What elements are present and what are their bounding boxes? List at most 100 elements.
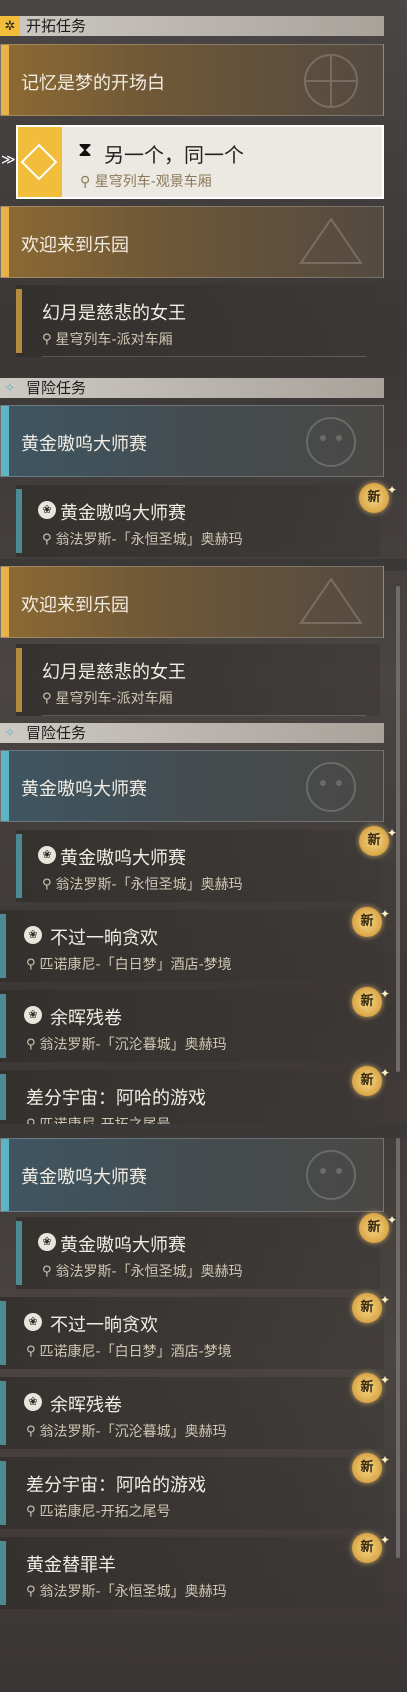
quest-type-icon: ❀ [38,1233,56,1251]
ornament-icon [306,1150,356,1200]
step-location: ⚲ 匹诺康尼-「白日梦」酒店-梦境 [26,1343,232,1361]
pin-icon: ⚲ [26,1503,36,1519]
quest-type-icon: ❀ [24,1393,42,1411]
step-location: ⚲ 翁法罗斯-「永恒圣城」奥赫玛 [42,1263,243,1281]
new-badge-icon: 新 [359,818,397,856]
step-location: ⚲匹诺康尼-开拓之尾号 [26,1503,171,1521]
ornament-icon [299,577,363,624]
quest-type-icon: ❀ [24,1313,42,1331]
quest-step-golden[interactable]: ❀ 黄金嗷呜大师赛 ⚲ 翁法罗斯-「永恒圣城」奥赫玛 [16,485,380,557]
step-title: 黄金替罪羊 [26,1555,116,1576]
pin-icon: ⚲ [42,690,52,706]
new-badge-icon: 新 [352,1285,390,1323]
pin-icon: ⚲ [26,1423,36,1439]
step-title: 幻月是慈悲的女王 [42,662,186,683]
step-title: 黄金嗷呜大师赛 [60,848,186,869]
section-title: 冒险任务 [26,724,87,742]
step-title: 黄金嗷呜大师赛 [60,503,186,524]
scrollbar[interactable] [396,712,400,1072]
quest-card-diff-universe-2[interactable]: 差分宇宙：阿哈的游戏 ⚲ 匹诺康尼-开拓之尾号 [0,1457,384,1529]
quest-type-icon: ❀ [24,926,42,944]
step-location: ⚲ 翁法罗斯-「永恒圣城」奥赫玛 [42,531,243,549]
step-location: ⚲ 翁法罗斯-「沉沦暮城」奥赫玛 [26,1036,227,1054]
step-title: 差分宇宙：阿哈的游戏 [26,1088,206,1109]
pin-icon: ⚲ [80,174,91,190]
quest-card-afterglow-2[interactable]: ❀ 余晖残卷 ⚲ 翁法罗斯-「沉沦暮城」奥赫玛 [0,1377,384,1449]
new-badge-icon: 新 [352,1445,390,1483]
step-title: 黄金嗷呜大师赛 [60,1235,186,1256]
quest-card-golden-3[interactable]: 黄金嗷呜大师赛 [0,1138,384,1212]
quest-card-memory[interactable]: 记忆是梦的开场白 [0,44,384,116]
new-badge-icon: 新 [359,475,397,513]
quest-type-icon: ❀ [38,501,56,519]
section-title: 冒险任务 [26,379,87,397]
step-location: ⚲ 翁法罗斯-「永恒圣城」奥赫玛 [42,876,243,894]
section-header-adventure-2: ✧ 冒险任务 [0,723,384,743]
quest-title: 欢迎来到乐园 [21,235,129,256]
quest-card-welcome-2[interactable]: 欢迎来到乐园 [0,566,384,638]
ornament-icon [306,762,356,812]
pin-icon: ⚲ [42,1263,52,1279]
quest-card-not-greedy[interactable]: ❀ 不过一晌贪欢 ⚲ 匹诺康尼-「白日梦」酒店-梦境 [0,910,384,982]
step-title: 幻月是慈悲的女王 [42,303,186,324]
quest-card-welcome[interactable]: 欢迎来到乐园 [0,206,384,278]
quest-title: 记忆是梦的开场白 [21,73,165,94]
step-location: ⚲ 匹诺康尼-「白日梦」酒店-梦境 [26,956,232,974]
quest-card-selected[interactable]: ⧗ 另一个，同一个 ⚲ 星穹列车-观景车厢 [16,125,384,199]
quest-title: 欢迎来到乐园 [21,595,129,616]
pin-icon: ⚲ [42,876,52,892]
pin-icon: ⚲ [42,331,52,347]
step-title: 余晖残卷 [50,1008,122,1029]
new-badge-icon: 新 [352,899,390,937]
step-location: ⚲ 星穹列车-派对车厢 [42,331,173,349]
quest-step-golden-2[interactable]: ❀ 黄金嗷呜大师赛 ⚲ 翁法罗斯-「永恒圣城」奥赫玛 [16,830,380,902]
step-title: 不过一晌贪欢 [50,928,158,949]
step-title: 不过一晌贪欢 [50,1315,158,1336]
ornament-icon [299,217,363,264]
quest-title: 另一个，同一个 [104,143,244,167]
pin-icon: ⚲ [26,1343,36,1359]
step-location: ⚲ 星穹列车-派对车厢 [42,690,173,708]
quest-card-diff-universe[interactable]: 差分宇宙：阿哈的游戏 ⚲匹诺康尼-开拓之尾号 [0,1070,384,1124]
quest-step-golden-3[interactable]: ❀ 黄金嗷呜大师赛 ⚲ 翁法罗斯-「永恒圣城」奥赫玛 [16,1217,380,1289]
new-badge-icon: 新 [352,1525,390,1563]
compass-icon: ✲ [0,16,20,36]
section-header-adventure: ✧ 冒险任务 [0,378,384,398]
step-location: ⚲ 翁法罗斯-「沉沦暮城」奥赫玛 [26,1423,227,1441]
quest-title: 黄金嗷呜大师赛 [21,434,147,455]
selected-arrow-icon: ≫ [1,152,16,168]
quest-card-afterglow[interactable]: ❀ 余晖残卷 ⚲ 翁法罗斯-「沉沦暮城」奥赫玛 [0,990,384,1062]
diamond-icon: ✧ [4,725,16,741]
pin-icon: ⚲ [26,956,36,972]
pin-icon: ⚲ [26,1036,36,1052]
ornament-icon [304,54,358,108]
quest-title: 黄金嗷呜大师赛 [21,779,147,800]
diamond-icon: ✧ [4,380,16,396]
pin-icon: ⚲ [42,531,52,547]
quest-step-dreamwalker-2[interactable]: 幻月是慈悲的女王 ⚲ 星穹列车-派对车厢 [16,644,380,716]
hourglass-icon: ⧗ [78,137,93,161]
scrollbar[interactable] [396,1138,400,1558]
new-badge-icon: 新 [359,1205,397,1243]
quest-title: 黄金嗷呜大师赛 [21,1167,147,1188]
quest-step-dreamwalker[interactable]: 幻月是慈悲的女王 ⚲ 星穹列车-派对车厢 [16,285,380,357]
step-location: ⚲ 翁法罗斯-「永恒圣城」奥赫玛 [26,1583,227,1601]
quest-card-golden[interactable]: 黄金嗷呜大师赛 [0,405,384,477]
quest-card-scapegoat[interactable]: 黄金替罪羊 ⚲ 翁法罗斯-「永恒圣城」奥赫玛 [0,1537,384,1609]
step-location: ⚲匹诺康尼-开拓之尾号 [26,1114,171,1125]
pin-icon: ⚲ [26,1583,36,1599]
step-title: 余晖残卷 [50,1395,122,1416]
new-badge-icon: 新 [352,979,390,1017]
new-badge-icon: 新 [352,1058,390,1096]
pin-icon: ⚲ [26,1116,36,1125]
section-header-trailblaze: ✲ 开拓任务 [0,16,384,36]
quest-diamond-icon [18,127,62,197]
step-title: 差分宇宙：阿哈的游戏 [26,1475,206,1496]
new-badge-icon: 新 [352,1365,390,1403]
quest-card-not-greedy-2[interactable]: ❀ 不过一晌贪欢 ⚲ 匹诺康尼-「白日梦」酒店-梦境 [0,1297,384,1369]
quest-type-icon: ❀ [24,1006,42,1024]
quest-card-golden-2[interactable]: 黄金嗷呜大师赛 [0,750,384,822]
quest-type-icon: ❀ [38,846,56,864]
ornament-icon [306,417,356,467]
section-title: 开拓任务 [26,17,87,35]
